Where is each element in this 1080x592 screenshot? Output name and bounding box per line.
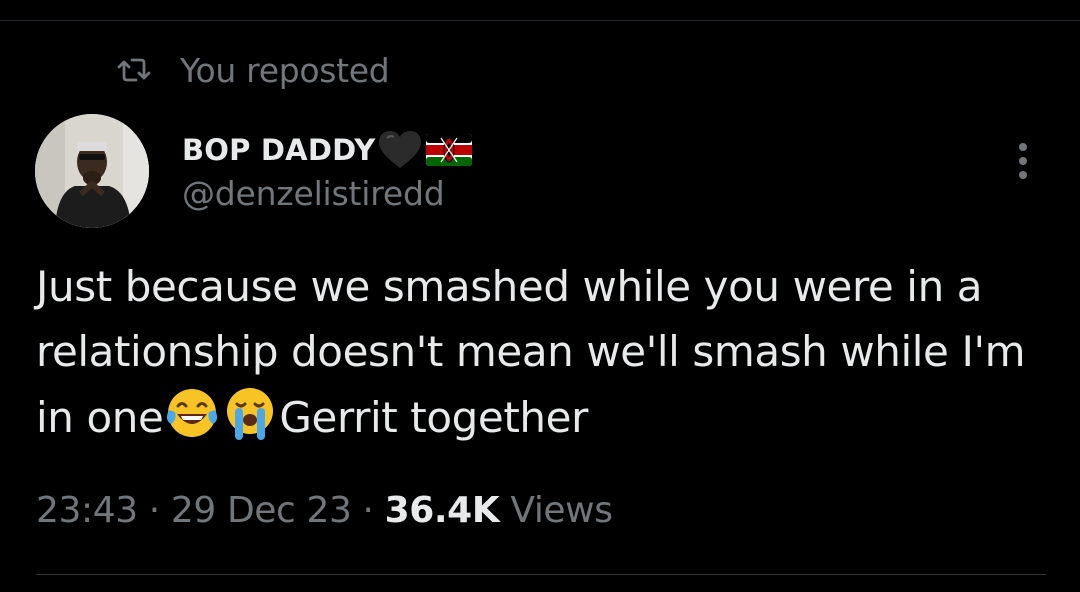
views-count[interactable]: 36.4K: [385, 490, 500, 531]
repost-label: You reposted: [180, 50, 390, 90]
author-block[interactable]: BOP DADDY @denzelistiredd: [182, 128, 473, 213]
tweet-body: Just because we smashed while you were i…: [36, 254, 1046, 450]
display-name[interactable]: BOP DADDY: [182, 133, 375, 167]
more-icon: [1019, 143, 1027, 179]
name-row: BOP DADDY: [182, 128, 473, 172]
tears-of-joy-emoji: [163, 384, 221, 442]
tweet-text-tail: Gerrit together: [279, 393, 588, 442]
tweet-time[interactable]: 23:43: [36, 490, 138, 531]
tweet-date[interactable]: 29 Dec 23: [171, 490, 352, 531]
tweet-meta: 23:43 · 29 Dec 23 · 36.4K Views: [36, 490, 613, 531]
avatar[interactable]: [35, 114, 149, 228]
black-heart-icon: [377, 130, 423, 170]
kenya-flag-icon: [425, 133, 473, 167]
repost-icon: [116, 55, 152, 85]
meta-separator: ·: [351, 490, 385, 531]
handle[interactable]: @denzelistiredd: [182, 174, 473, 213]
more-options-button[interactable]: [1008, 140, 1038, 182]
views-label: Views: [499, 490, 613, 531]
top-divider: [0, 20, 1080, 21]
repost-indicator[interactable]: You reposted: [116, 50, 390, 90]
bottom-divider: [36, 574, 1046, 575]
loudly-crying-emoji: [221, 384, 279, 442]
meta-separator: ·: [137, 490, 171, 531]
